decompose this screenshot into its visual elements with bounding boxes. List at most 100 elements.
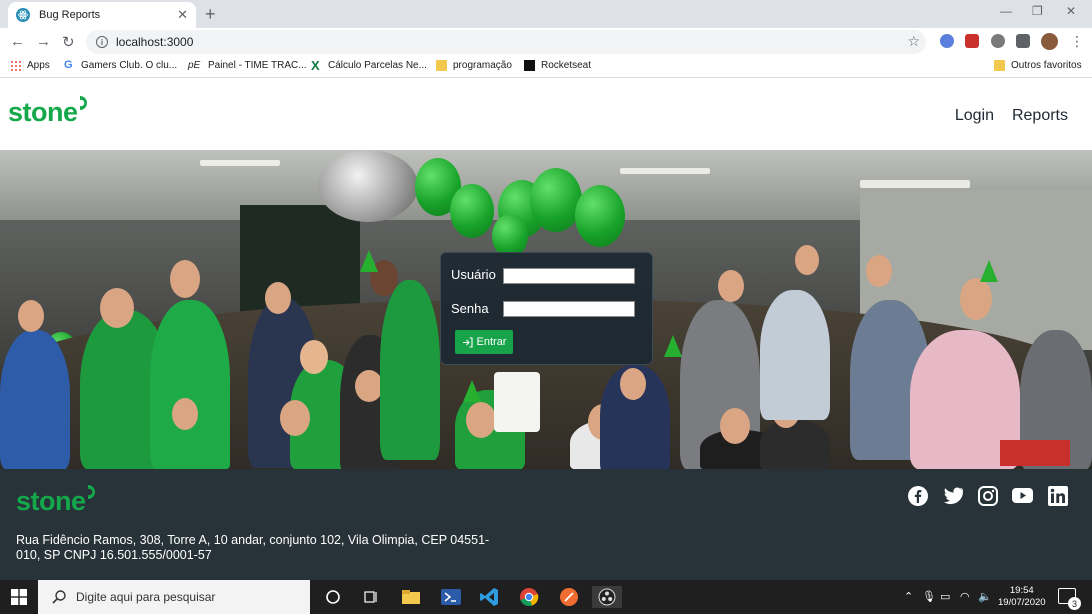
notification-count-badge: 3 — [1068, 597, 1081, 610]
username-label: Usuário — [451, 267, 496, 282]
extension-icon[interactable] — [991, 34, 1005, 48]
file-explorer-icon[interactable] — [400, 586, 422, 608]
login-form: Usuário Senha Entrar — [440, 252, 653, 365]
stone-logo[interactable]: stone — [8, 96, 93, 128]
facebook-icon[interactable] — [907, 485, 928, 506]
wifi-icon[interactable]: ◠ — [960, 590, 970, 603]
bookmark-gamers-club[interactable]: G Gamers Club. O clu... — [64, 60, 177, 72]
extensions-puzzle-icon[interactable] — [1016, 34, 1030, 48]
person-head — [100, 288, 134, 328]
pe-icon: pE — [188, 60, 201, 71]
person — [0, 330, 70, 469]
new-tab-button[interactable]: + — [205, 4, 216, 25]
browser-toolbar: ← → ↻ i localhost:3000 ☆ — [0, 28, 1092, 56]
minimize-icon[interactable]: — — [1000, 4, 1012, 18]
taskbar-search[interactable]: Digite aqui para pesquisar — [38, 580, 310, 614]
other-bookmarks-folder[interactable]: Outros favoritos — [994, 60, 1082, 71]
person-head — [960, 278, 992, 320]
clock-time: 19:54 — [1009, 585, 1034, 596]
info-icon[interactable]: i — [96, 36, 108, 48]
tab-close-icon[interactable]: ✕ — [177, 7, 188, 23]
bookmark-calculo[interactable]: X Cálculo Parcelas Ne... — [311, 58, 427, 73]
twitter-icon[interactable] — [942, 485, 963, 506]
login-submit-button[interactable]: Entrar — [455, 330, 513, 354]
sign-in-icon — [462, 336, 473, 348]
green-balloon — [575, 185, 625, 247]
party-hat — [463, 380, 481, 402]
linkedin-icon[interactable] — [1047, 485, 1068, 506]
site-header: stone Login Reports — [0, 79, 1092, 150]
volume-icon[interactable]: 🔈 — [978, 590, 992, 603]
password-input[interactable] — [503, 301, 635, 317]
logo-mark-icon — [87, 485, 95, 499]
footer-stone-logo[interactable]: stone — [16, 485, 101, 517]
extension-icon[interactable] — [965, 34, 979, 48]
person-head — [620, 368, 646, 400]
bookmarks-bar: Apps G Gamers Club. O clu... pE Painel -… — [0, 56, 1092, 78]
forward-arrow-icon[interactable]: → — [36, 33, 51, 50]
browser-tabstrip: Bug Reports ✕ + — ❐ ✕ — [0, 0, 1092, 28]
youtube-icon[interactable] — [1012, 485, 1033, 506]
search-placeholder: Digite aqui para pesquisar — [76, 590, 216, 604]
tray-chevron-icon[interactable]: ⌃ — [904, 590, 913, 603]
party-hat — [664, 335, 682, 357]
microphone-icon[interactable]: 🎙 — [922, 590, 936, 603]
person-head — [300, 340, 328, 374]
password-label: Senha — [451, 301, 489, 316]
close-window-icon[interactable]: ✕ — [1066, 4, 1076, 18]
footer-logo-wordmark: stone — [16, 486, 86, 516]
ceiling-light — [620, 168, 710, 174]
task-view-icon[interactable] — [360, 586, 382, 608]
person — [760, 420, 830, 469]
ceiling-light — [860, 180, 970, 188]
site-footer: stone Rua Fidêncio Ramos, 308, Torre A, … — [0, 469, 1092, 580]
folder-icon — [994, 60, 1005, 71]
profile-avatar[interactable] — [1041, 33, 1058, 50]
instagram-icon[interactable] — [977, 485, 998, 506]
reload-icon[interactable]: ↻ — [62, 33, 75, 51]
person — [760, 290, 830, 420]
party-hat — [360, 250, 378, 272]
vscode-icon[interactable] — [478, 586, 500, 608]
ceiling-light — [200, 160, 280, 166]
silver-balloon — [318, 150, 418, 222]
cortana-icon[interactable] — [322, 586, 344, 608]
chrome-icon[interactable] — [518, 586, 540, 608]
bookmark-folder-programacao[interactable]: programação — [436, 60, 512, 71]
person-head — [265, 282, 291, 314]
bookmark-star-icon[interactable]: ☆ — [907, 33, 920, 50]
postman-icon[interactable] — [558, 586, 580, 608]
menu-kebab-icon[interactable]: ⋮ — [1070, 33, 1084, 50]
powershell-icon[interactable] — [440, 586, 462, 608]
person — [160, 420, 230, 469]
taskbar-clock[interactable]: 19:54 19/07/2020 — [998, 585, 1046, 609]
person-head — [466, 402, 496, 438]
address-bar[interactable]: i localhost:3000 ☆ — [86, 30, 926, 54]
bookmark-apps[interactable]: Apps — [10, 60, 50, 71]
excel-x-icon: X — [311, 58, 320, 73]
react-favicon-icon — [16, 8, 30, 22]
birthday-cake — [494, 372, 540, 432]
person-head — [795, 245, 819, 275]
nav-login-link[interactable]: Login — [955, 107, 994, 125]
extension-icon[interactable] — [940, 34, 954, 48]
restore-icon[interactable]: ❐ — [1032, 4, 1043, 18]
username-input[interactable] — [503, 268, 635, 284]
green-balloon — [530, 168, 582, 232]
back-arrow-icon[interactable]: ← — [10, 33, 25, 50]
url-text: localhost:3000 — [116, 35, 194, 49]
obs-icon[interactable] — [592, 586, 622, 608]
nav-reports-link[interactable]: Reports — [1012, 107, 1068, 125]
bookmark-painel[interactable]: pE Painel - TIME TRAC... — [188, 60, 307, 71]
logo-wordmark: stone — [8, 97, 78, 127]
browser-tab[interactable]: Bug Reports ✕ — [8, 2, 196, 28]
person — [380, 280, 440, 460]
person-head — [720, 408, 750, 444]
company-address: Rua Fidêncio Ramos, 308, Torre A, 10 and… — [16, 533, 490, 562]
bookmark-rocketseat[interactable]: Rocketseat — [524, 60, 591, 71]
start-button[interactable] — [0, 580, 38, 614]
login-submit-label: Entrar — [476, 336, 507, 348]
party-hat — [980, 260, 998, 282]
rocketseat-icon — [524, 60, 535, 71]
battery-icon[interactable]: ▭ — [940, 590, 950, 603]
